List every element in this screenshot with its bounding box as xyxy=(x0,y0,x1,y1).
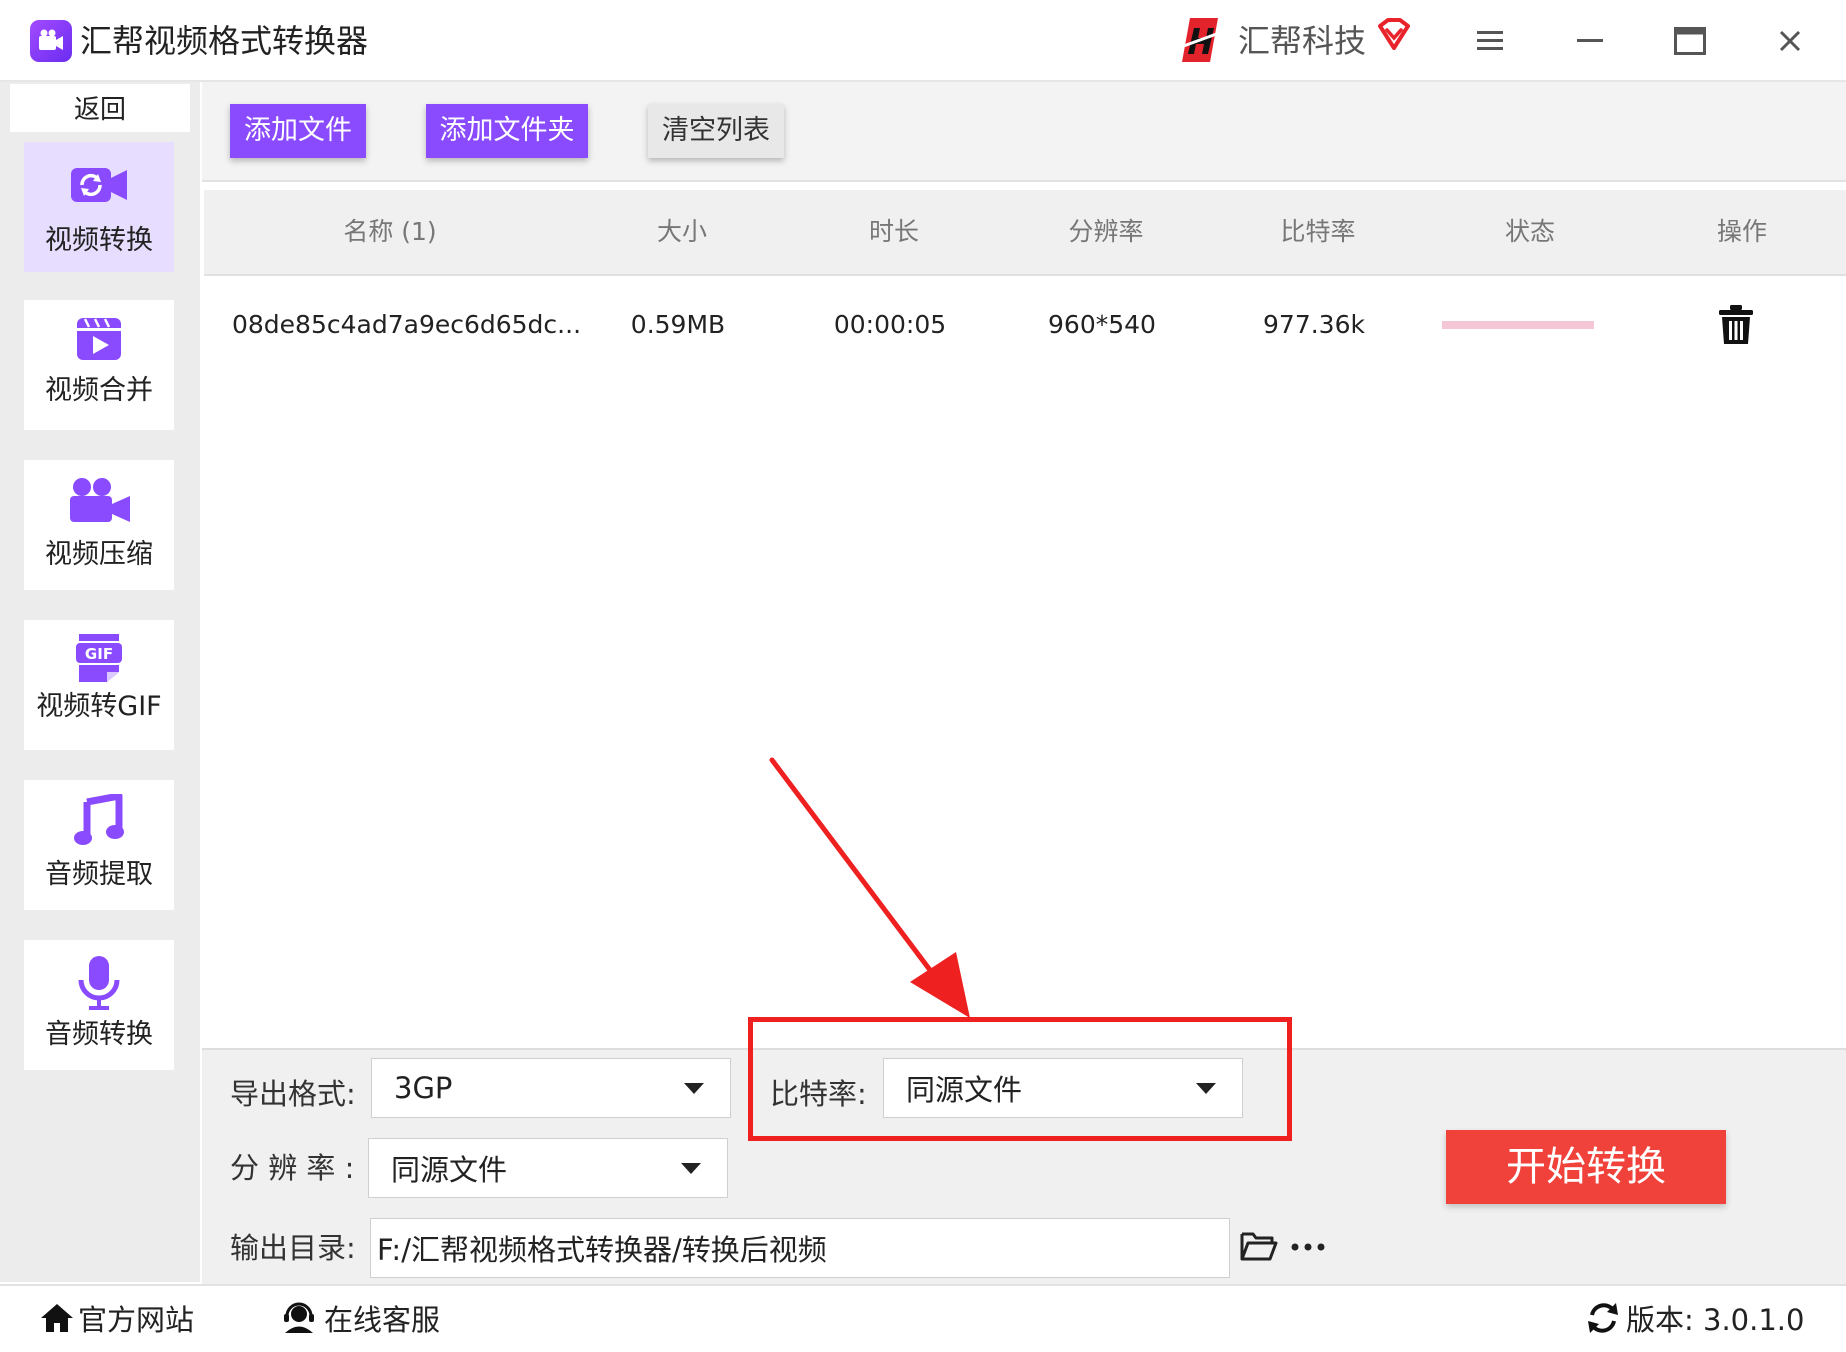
column-header-size[interactable]: 大小 xyxy=(622,190,742,274)
start-convert-button[interactable]: 开始转换 xyxy=(1446,1130,1726,1204)
close-icon[interactable] xyxy=(1758,16,1822,66)
resolution-label: 分 辨 率 : xyxy=(230,1151,355,1185)
video-compress-icon xyxy=(24,476,174,526)
annotation-arrow xyxy=(769,757,970,1018)
video-convert-icon xyxy=(24,164,174,206)
menu-icon[interactable] xyxy=(1458,16,1522,66)
gif-icon: GIF xyxy=(24,632,174,684)
column-header-resolution[interactable]: 分辨率 xyxy=(1046,190,1166,274)
music-note-icon xyxy=(24,794,174,846)
microphone-icon xyxy=(24,954,174,1012)
file-duration: 00:00:05 xyxy=(833,310,947,339)
sidebar-item-label: 视频压缩 xyxy=(45,539,153,570)
column-header-status: 状态 xyxy=(1504,217,1555,246)
sidebar-item-video-compress[interactable]: 视频压缩 xyxy=(24,460,174,590)
file-bitrate: 977.36k xyxy=(1263,310,1365,339)
brand-logo-icon xyxy=(1177,18,1223,62)
video-merge-icon xyxy=(24,316,174,362)
back-link[interactable]: 返回 xyxy=(10,84,190,132)
sidebar-item-label: 视频转GIF xyxy=(36,691,162,722)
sidebar-item-label: 视频合并 xyxy=(45,375,153,406)
online-support-link[interactable]: 在线客服 xyxy=(282,1296,440,1340)
sidebar-item-video-convert[interactable]: 视频转换 xyxy=(24,142,174,272)
version-label: 版本: 3.0.1.0 xyxy=(1626,1303,1805,1337)
sidebar-item-video-merge[interactable]: 视频合并 xyxy=(24,300,174,430)
svg-text:GIF: GIF xyxy=(85,645,113,663)
column-header-name[interactable]: 名称 (1) xyxy=(290,190,490,274)
resolution-value: 同源文件 xyxy=(391,1153,508,1187)
format-value: 3GP xyxy=(394,1071,453,1105)
column-header-action: 操作 xyxy=(1716,217,1767,246)
app-title: 汇帮视频格式转换器 xyxy=(80,22,369,60)
app-logo-icon xyxy=(30,20,72,62)
output-dir-value: F:/汇帮视频格式转换器/转换后视频 xyxy=(377,1233,827,1267)
version-info[interactable]: 版本: 3.0.1.0 xyxy=(1586,1296,1804,1340)
sidebar-item-audio-extract[interactable]: 音频提取 xyxy=(24,780,174,910)
column-header-duration[interactable]: 时长 xyxy=(834,190,954,274)
format-select[interactable]: 3GP xyxy=(371,1058,731,1118)
brand-name: 汇帮科技 xyxy=(1238,22,1367,60)
file-resolution: 960*540 xyxy=(1048,310,1156,339)
maximize-icon[interactable] xyxy=(1658,16,1722,66)
home-icon xyxy=(41,1304,73,1332)
sidebar-item-video-to-gif[interactable]: GIF 视频转GIF xyxy=(24,620,174,750)
sidebar-item-label: 视频转换 xyxy=(45,225,153,256)
file-size: 0.59MB xyxy=(630,310,726,339)
resolution-select[interactable]: 同源文件 xyxy=(368,1138,728,1198)
folder-open-icon[interactable] xyxy=(1240,1230,1280,1266)
status-progress-bar xyxy=(1442,321,1594,329)
minimize-icon[interactable] xyxy=(1558,16,1622,66)
column-header-bitrate[interactable]: 比特率 xyxy=(1258,190,1378,274)
online-support-label: 在线客服 xyxy=(324,1303,441,1337)
customer-service-icon xyxy=(284,1302,314,1333)
chevron-down-icon xyxy=(684,1083,704,1094)
chevron-down-icon xyxy=(681,1163,701,1174)
add-file-button[interactable]: 添加文件 xyxy=(230,104,366,158)
sidebar-item-audio-convert[interactable]: 音频转换 xyxy=(24,940,174,1070)
trash-icon[interactable] xyxy=(1718,304,1758,348)
annotation-highlight-box xyxy=(748,1017,1292,1141)
official-website-label: 官方网站 xyxy=(78,1303,195,1337)
output-dir-label: 输出目录: xyxy=(230,1231,356,1265)
sidebar-item-label: 音频提取 xyxy=(45,859,153,890)
footer xyxy=(0,1284,1846,1352)
clear-list-button[interactable]: 清空列表 xyxy=(648,104,784,158)
official-website-link[interactable]: 官方网站 xyxy=(40,1296,194,1340)
output-dir-input[interactable]: F:/汇帮视频格式转换器/转换后视频 xyxy=(370,1218,1230,1278)
refresh-icon xyxy=(1588,1303,1618,1333)
format-label: 导出格式: xyxy=(230,1077,356,1111)
add-folder-button[interactable]: 添加文件夹 xyxy=(426,104,588,158)
more-options-icon[interactable] xyxy=(1290,1232,1330,1262)
vip-diamond-icon[interactable] xyxy=(1376,18,1412,58)
sidebar-item-label: 音频转换 xyxy=(45,1019,153,1050)
file-name: 08de85c4ad7a9ec6d65dc... xyxy=(232,310,582,339)
